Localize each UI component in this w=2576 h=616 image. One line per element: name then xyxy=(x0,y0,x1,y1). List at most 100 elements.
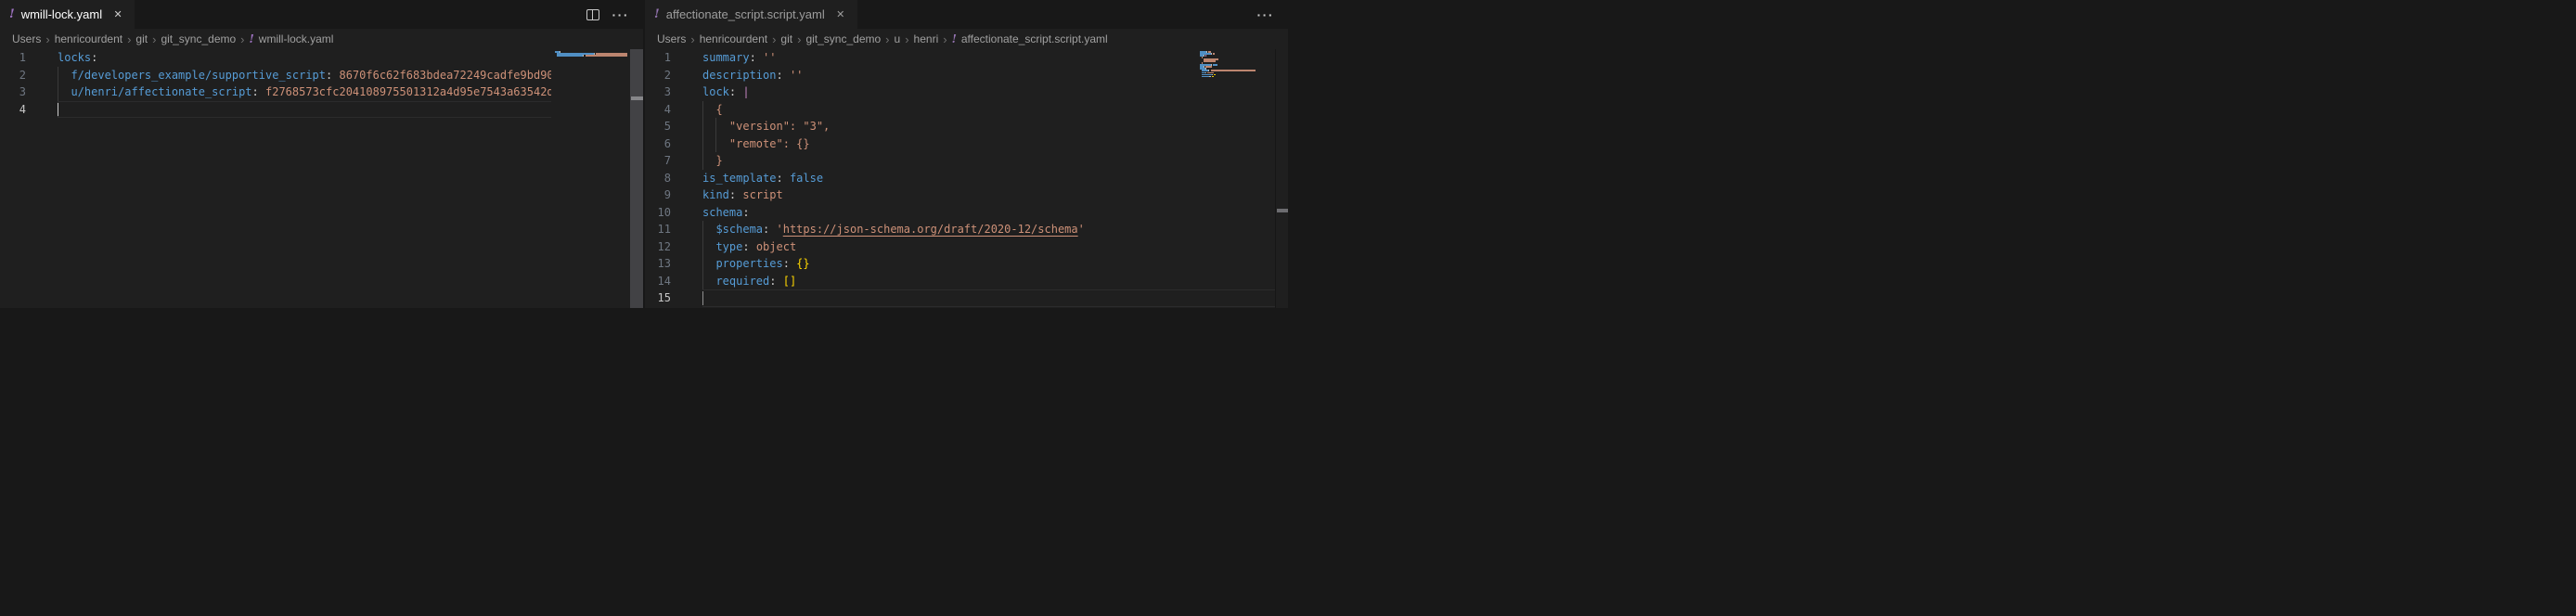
indent-guide xyxy=(702,238,703,256)
breadcrumb-item[interactable]: git_sync_demo xyxy=(161,32,236,45)
code-token xyxy=(702,275,715,288)
code-line[interactable]: 7 } xyxy=(645,152,1275,170)
chevron-right-icon: › xyxy=(240,33,244,45)
chevron-right-icon: › xyxy=(127,33,131,45)
breadcrumb-item[interactable]: henri xyxy=(914,32,939,45)
chevron-right-icon: › xyxy=(690,33,694,45)
code-token: false xyxy=(790,172,823,185)
code-token: ' xyxy=(1078,223,1085,236)
more-actions-icon[interactable]: ··· xyxy=(612,8,630,21)
breadcrumb-item[interactable]: henricourdent xyxy=(700,32,767,45)
code-line[interactable]: 3lock: | xyxy=(645,83,1275,101)
code-token: [] xyxy=(783,275,796,288)
breadcrumb-file-label: wmill-lock.yaml xyxy=(259,32,334,45)
vertical-scrollbar[interactable] xyxy=(630,49,643,308)
minimap[interactable] xyxy=(1200,51,1275,308)
code-line[interactable]: 1summary: '' xyxy=(645,49,1275,67)
indent-guide xyxy=(715,118,716,135)
indent-guide xyxy=(702,255,703,273)
breadcrumb-item[interactable]: git_sync_demo xyxy=(805,32,881,45)
code-line[interactable]: 1locks: xyxy=(0,49,551,67)
minimap[interactable] xyxy=(555,51,630,308)
code-token xyxy=(750,240,756,253)
line-number: 2 xyxy=(645,67,702,84)
code-line[interactable]: 5 "version": "3", xyxy=(645,118,1275,135)
code-token: lock xyxy=(702,85,729,98)
code-token: is_template xyxy=(702,172,776,185)
code-line[interactable]: 4 { xyxy=(645,101,1275,119)
breadcrumb-item[interactable]: git xyxy=(135,32,148,45)
code-line[interactable]: 13 properties: {} xyxy=(645,255,1275,273)
code-token: "version": "3", xyxy=(729,120,830,133)
code-token: : xyxy=(91,51,97,64)
code-token: : xyxy=(252,85,259,98)
code-line[interactable]: 14 required: [] xyxy=(645,273,1275,290)
breadcrumb-file-item[interactable]: !affectionate_script.script.yaml xyxy=(952,32,1108,45)
editor-group-left: ! wmill-lock.yaml ✕ ··· Users › henricourd… xyxy=(0,0,643,308)
code-line[interactable]: 4 xyxy=(0,101,551,119)
code-area[interactable]: 1summary: ''2description: ''3lock: |4 {5… xyxy=(645,49,1275,308)
code-line[interactable]: 3 u/henri/affectionate_script: f2768573c… xyxy=(0,83,551,101)
code-token: summary xyxy=(702,51,750,64)
line-number: 13 xyxy=(645,255,702,273)
close-tab-icon[interactable]: ✕ xyxy=(833,7,848,22)
code-area[interactable]: 1locks:2 f/developers_example/supportive… xyxy=(0,49,551,308)
breadcrumb-file-label: affectionate_script.script.yaml xyxy=(961,32,1108,45)
tab-label: wmill-lock.yaml xyxy=(21,7,102,21)
line-number: 1 xyxy=(645,49,702,67)
code-line[interactable]: 11 $schema: 'https://json-schema.org/dra… xyxy=(645,221,1275,238)
chevron-right-icon: › xyxy=(797,33,801,45)
line-number: 2 xyxy=(0,67,58,84)
code-token: script xyxy=(742,188,782,201)
more-actions-icon[interactable]: ··· xyxy=(1257,8,1275,21)
code-line[interactable]: 8is_template: false xyxy=(645,170,1275,187)
code-token: f/developers_example/supportive_script xyxy=(71,69,326,82)
yaml-file-icon: ! xyxy=(250,33,254,45)
indent-guide xyxy=(702,152,703,170)
chevron-right-icon: › xyxy=(152,33,156,45)
split-editor-icon[interactable] xyxy=(586,9,599,20)
indent-guide xyxy=(702,101,703,119)
code-line[interactable]: 2 f/developers_example/supportive_script… xyxy=(0,67,551,84)
code-line[interactable]: 6 "remote": {} xyxy=(645,135,1275,153)
line-number: 4 xyxy=(0,101,58,119)
close-tab-icon[interactable]: ✕ xyxy=(110,7,125,22)
breadcrumb-file-item[interactable]: ! wmill-lock.yaml xyxy=(250,32,334,45)
code-token: : xyxy=(776,172,782,185)
line-number: 5 xyxy=(645,118,702,135)
code-token xyxy=(769,223,776,236)
editor-wmill-lock-yaml: 1locks:2 f/developers_example/supportive… xyxy=(0,49,643,308)
breadcrumb-item[interactable]: u xyxy=(895,32,901,45)
code-token: '' xyxy=(763,51,776,64)
code-token: {} xyxy=(796,257,809,270)
breadcrumb-item[interactable]: henricourdent xyxy=(55,32,122,45)
code-line[interactable]: 10schema: xyxy=(645,204,1275,222)
line-number: 3 xyxy=(0,83,58,101)
vertical-scrollbar[interactable] xyxy=(1275,49,1288,308)
line-number: 14 xyxy=(645,273,702,290)
code-token: schema xyxy=(702,206,742,219)
tab-wmill-lock-yaml[interactable]: ! wmill-lock.yaml ✕ xyxy=(0,0,135,29)
indent-guide xyxy=(715,135,716,153)
code-token: properties xyxy=(715,257,782,270)
code-line[interactable]: 9kind: script xyxy=(645,186,1275,204)
code-token xyxy=(783,69,790,82)
code-token: : xyxy=(750,51,756,64)
yaml-file-icon: ! xyxy=(9,8,15,20)
indent-guide xyxy=(702,118,703,135)
breadcrumb-item[interactable]: Users xyxy=(657,32,686,45)
line-number: 3 xyxy=(645,83,702,101)
code-token: $schema xyxy=(715,223,763,236)
indent-guide xyxy=(702,135,703,153)
chevron-right-icon: › xyxy=(943,33,947,45)
code-token xyxy=(259,85,265,98)
code-line[interactable]: 2description: '' xyxy=(645,67,1275,84)
code-token: : xyxy=(742,206,749,219)
code-line[interactable]: 12 type: object xyxy=(645,238,1275,256)
code-token xyxy=(58,69,71,82)
breadcrumb-item[interactable]: Users xyxy=(12,32,41,45)
indent-guide xyxy=(702,273,703,290)
breadcrumb-item[interactable]: git xyxy=(780,32,792,45)
code-line[interactable]: 15 xyxy=(645,289,1275,307)
tab-affectionate-script-yaml[interactable]: ! affectionate_script.script.yaml ✕ xyxy=(645,0,857,29)
